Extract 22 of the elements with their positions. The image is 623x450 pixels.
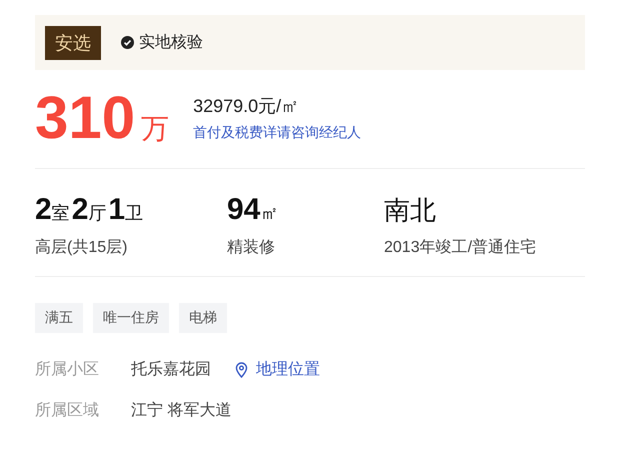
badge: 安选 (45, 26, 101, 60)
location-pin-icon (235, 362, 248, 378)
tag: 电梯 (179, 303, 227, 333)
spec-value: 南北 (384, 194, 436, 227)
price-unit: 万 (141, 112, 170, 146)
info-value: 江宁 将军大道 (131, 400, 232, 421)
spec-label: 高层(共15层) (35, 238, 128, 258)
spec-label: 2013年竣工/普通住宅 (384, 237, 538, 258)
info-label: 所属区域 (35, 400, 100, 421)
spec-value: 94㎡ (227, 193, 280, 227)
price-note[interactable]: 首付及税费详请咨询经纪人 (193, 124, 362, 142)
spec-value: 2室 2厅 1卫 (35, 193, 144, 227)
tag: 唯一住房 (93, 303, 169, 333)
info-label: 所属小区 (35, 360, 100, 380)
total-price: 310 (35, 83, 136, 153)
check-icon (121, 36, 134, 49)
location-link[interactable]: 地理位置 (235, 359, 320, 380)
info-value: 托乐嘉花园 (131, 360, 211, 380)
tag: 满五 (35, 303, 83, 333)
verified-label: 实地核验 (139, 32, 203, 53)
spec-label: 精装修 (227, 238, 276, 258)
unit-price: 32979.0元/㎡ (193, 95, 300, 118)
